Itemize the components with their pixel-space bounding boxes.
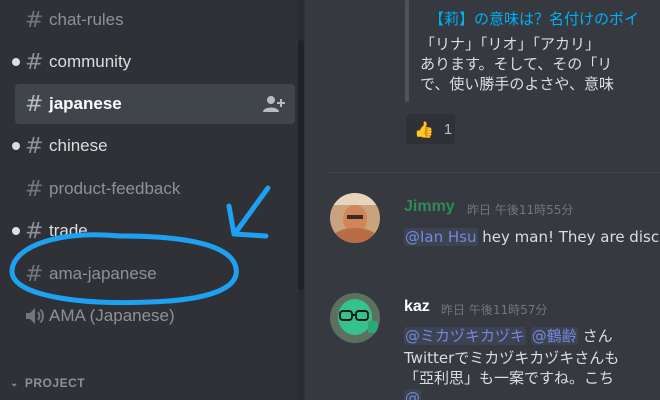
message-text: 「亞利思」も一案ですね。こち (404, 369, 615, 387)
avatar[interactable] (330, 193, 380, 243)
user-mention[interactable]: @ (404, 389, 421, 400)
hash-icon: # (25, 218, 44, 244)
channel-chat-rules[interactable]: # chat-rules (15, 0, 295, 40)
chat-area: 【莉】の意味は？名付けのポイ 「リナ」「リオ」「アカリ」 あります。そして、その… (305, 0, 660, 400)
unread-indicator (12, 227, 20, 235)
embed-line: で、使い勝手のよさや、意味 (420, 75, 614, 93)
reaction-thumbs-up[interactable]: 👍 1 (406, 114, 455, 144)
reaction-count: 1 (443, 120, 453, 138)
channel-label: product-feedback (49, 179, 181, 198)
channel-label: AMA (Japanese) (49, 306, 175, 325)
channel-sidebar: # chat-rules # community # japanese # ch… (0, 0, 305, 400)
message-author[interactable]: Jimmy (404, 198, 455, 216)
hash-icon: # (25, 133, 44, 159)
speaker-icon (26, 308, 44, 324)
channel-label: trade (49, 221, 88, 240)
avatar[interactable] (330, 293, 380, 343)
hash-icon: # (25, 7, 44, 33)
message-divider (330, 172, 660, 173)
hash-icon: # (25, 49, 44, 75)
message-text: @ (404, 389, 421, 400)
user-mention[interactable]: @Ian Hsu (404, 228, 478, 246)
user-mention[interactable]: @鶴齢 (530, 327, 578, 345)
message-body: hey man! They are disc (477, 228, 660, 246)
embed-border (405, 0, 409, 102)
sidebar-scrollbar[interactable] (298, 40, 304, 290)
embed-line: あります。そして、その「リ (420, 55, 613, 73)
chevron-down-icon: ⌄ (10, 377, 19, 389)
channel-chinese[interactable]: # chinese (12, 126, 295, 166)
message-author[interactable]: kaz (404, 298, 430, 316)
message-text: @Ian Hsu hey man! They are disc (404, 228, 659, 246)
unread-indicator (12, 142, 20, 150)
avatar-image (330, 193, 380, 243)
message-timestamp: 昨日 午後11時57分 (441, 303, 548, 317)
channel-ama-japanese[interactable]: # ama-japanese (15, 254, 295, 294)
unread-indicator (12, 58, 20, 66)
channel-community[interactable]: # community (12, 42, 295, 82)
hash-icon: # (25, 91, 44, 117)
channel-product-feedback[interactable]: # product-feedback (15, 169, 295, 209)
add-member-icon[interactable] (263, 95, 285, 113)
hash-icon: # (25, 176, 44, 202)
category-project[interactable]: ⌄ PROJECT (10, 376, 85, 390)
channel-japanese[interactable]: # japanese (15, 84, 295, 124)
avatar-image (330, 293, 380, 343)
channel-label: ama-japanese (49, 264, 157, 283)
embed-title[interactable]: 【莉】の意味は？名付けのポイ (429, 8, 639, 29)
category-label: PROJECT (24, 376, 86, 390)
channel-trade[interactable]: # trade (12, 211, 295, 251)
channel-label: chat-rules (49, 10, 124, 29)
message-body: さん (577, 327, 613, 345)
user-mention[interactable]: @ミカヅキカヅキ (404, 327, 527, 345)
voice-channel-ama-japanese[interactable]: AMA (Japanese) (15, 296, 295, 336)
message-text: @ミカヅキカヅキ @鶴齢 さん (404, 325, 613, 346)
channel-label: chinese (49, 136, 108, 155)
embed-line: 「リナ」「リオ」「アカリ」 (420, 35, 601, 53)
message-timestamp: 昨日 午後11時55分 (467, 203, 574, 217)
hash-icon: # (25, 261, 44, 287)
message-text: Twitterでミカヅキカヅキさんも (404, 349, 620, 367)
channel-label: japanese (49, 94, 122, 113)
thumbs-up-icon: 👍 (414, 119, 434, 139)
channel-label: community (49, 52, 132, 71)
